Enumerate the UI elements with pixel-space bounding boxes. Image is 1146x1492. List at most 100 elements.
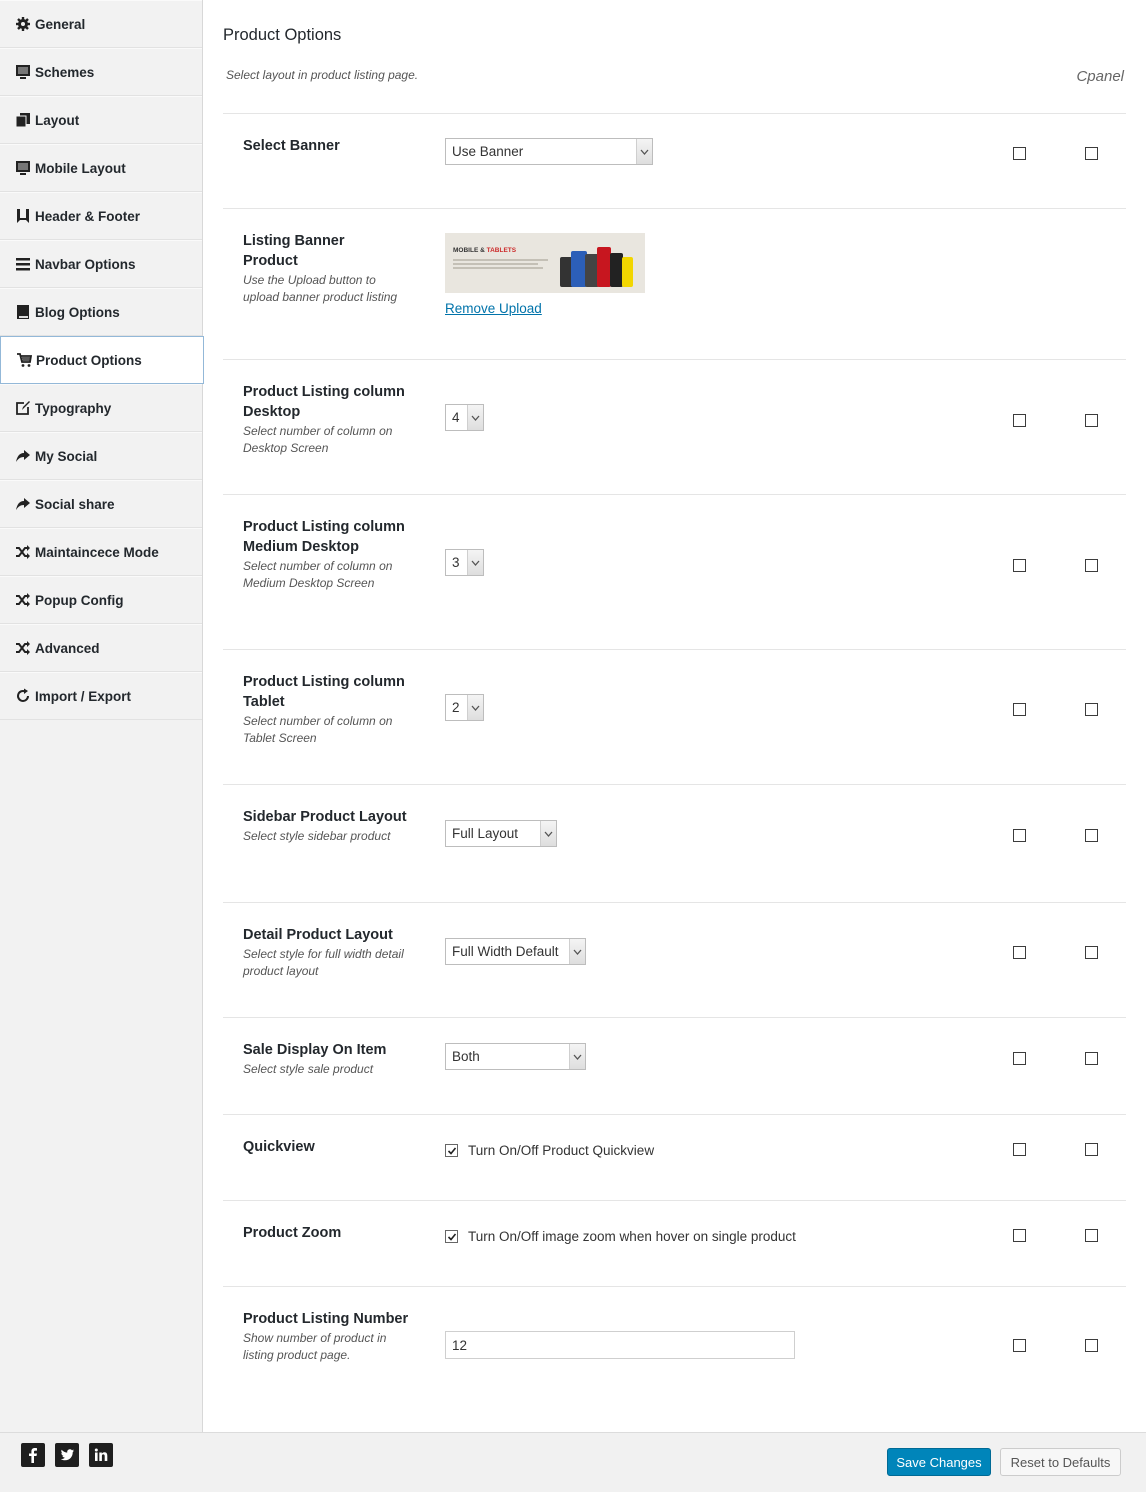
sidebar-item-schemes[interactable]: Schemes (0, 48, 202, 96)
sidebar-item-label: Popup Config (35, 592, 124, 608)
cpanel-checkbox[interactable] (1085, 414, 1098, 427)
option-title: Quickview (243, 1139, 315, 1155)
share-icon (15, 448, 31, 464)
cpanel-checkbox[interactable] (1013, 1143, 1026, 1156)
sidebar-item-label: Navbar Options (35, 256, 136, 272)
sidebar-item-product-options[interactable]: Product Options (0, 336, 204, 384)
zoom-toggle[interactable]: Turn On/Off image zoom when hover on sin… (445, 1229, 796, 1244)
cpanel-checkbox[interactable] (1085, 559, 1098, 572)
shuffle-icon (15, 592, 31, 608)
select-value: Both (452, 1049, 480, 1064)
sidebar-item-navbar-options[interactable]: Navbar Options (0, 240, 202, 288)
linkedin-icon[interactable] (89, 1443, 113, 1467)
cpanel-checkbox[interactable] (1013, 147, 1026, 160)
cpanel-checkbox[interactable] (1013, 946, 1026, 959)
cpanel-checkbox[interactable] (1085, 1052, 1098, 1065)
sidebar-item-label: Layout (35, 112, 80, 128)
option-row-quickview: Quickview Turn On/Off Product Quickview (223, 1114, 1126, 1200)
sidebar-item-typography[interactable]: Typography (0, 384, 202, 432)
save-changes-button[interactable]: Save Changes (887, 1448, 991, 1476)
option-row-listing-banner: Listing Banner Product Use the Upload bu… (223, 208, 1126, 359)
detail-layout-select[interactable]: Full Width Default (445, 938, 586, 965)
sidebar-item-maintenance-mode[interactable]: Maintaincece Mode (0, 528, 202, 576)
sidebar-item-label: Header & Footer (35, 208, 141, 224)
option-title: Listing Banner Product (243, 233, 345, 269)
quickview-toggle[interactable]: Turn On/Off Product Quickview (445, 1143, 654, 1158)
option-subtitle: Select number of column on Desktop Scree… (243, 424, 393, 455)
checkbox-checked[interactable] (445, 1144, 458, 1157)
sidebar-item-mobile-layout[interactable]: Mobile Layout (0, 144, 202, 192)
cpanel-checkbox[interactable] (1013, 829, 1026, 842)
option-title: Detail Product Layout (243, 927, 393, 943)
cpanel-checkbox[interactable] (1013, 1229, 1026, 1242)
sidebar-item-layout[interactable]: Layout (0, 96, 202, 144)
cpanel-checkbox[interactable] (1013, 414, 1026, 427)
sale-display-select[interactable]: Both (445, 1043, 586, 1070)
cpanel-checkbox[interactable] (1085, 703, 1098, 716)
cpanel-checkbox[interactable] (1085, 147, 1098, 160)
option-title: Sale Display On Item (243, 1042, 387, 1058)
edit-icon (15, 400, 31, 416)
chevron-down-icon (636, 139, 652, 164)
checkbox-label: Turn On/Off Product Quickview (468, 1143, 655, 1158)
cpanel-checkbox[interactable] (1013, 1052, 1026, 1065)
sidebar-item-header-footer[interactable]: Header & Footer (0, 192, 202, 240)
sidebar-item-advanced[interactable]: Advanced (0, 624, 202, 672)
option-row-sale-display: Sale Display On Item Select style sale p… (223, 1017, 1126, 1114)
banner-preview-image: MOBILE & TABLETS (445, 233, 645, 293)
cpanel-checkbox[interactable] (1085, 1143, 1098, 1156)
cpanel-checkbox[interactable] (1085, 1339, 1098, 1352)
cpanel-checkbox[interactable] (1013, 559, 1026, 572)
chevron-down-icon (540, 821, 556, 846)
cpanel-checkbox[interactable] (1085, 829, 1098, 842)
column-tablet-select[interactable]: 2 (445, 694, 484, 721)
sidebar-item-import-export[interactable]: Import / Export (0, 672, 202, 720)
sidebar-item-popup-config[interactable]: Popup Config (0, 576, 202, 624)
page-description: Select layout in product listing page. (226, 68, 419, 82)
option-row-column-medium: Product Listing column Medium Desktop Se… (223, 494, 1126, 649)
cpanel-checkbox[interactable] (1013, 703, 1026, 716)
select-value: 3 (452, 555, 460, 570)
banner-select[interactable]: Use Banner (445, 138, 653, 165)
option-subtitle: Show number of product in listing produc… (243, 1331, 387, 1362)
sidebar-item-label: Product Options (36, 352, 142, 368)
gear-icon (15, 16, 31, 32)
sidebar-item-label: Mobile Layout (35, 160, 126, 176)
column-medium-select[interactable]: 3 (445, 549, 484, 576)
column-desktop-select[interactable]: 4 (445, 404, 484, 431)
book-icon (15, 304, 31, 320)
sidebar-item-label: Blog Options (35, 304, 120, 320)
twitter-icon[interactable] (55, 1443, 79, 1467)
sidebar-item-label: Typography (35, 400, 112, 416)
select-value: 4 (452, 410, 460, 425)
remove-upload-link[interactable]: Remove Upload (445, 301, 645, 316)
cpanel-checkbox[interactable] (1085, 1229, 1098, 1242)
cpanel-checkbox[interactable] (1085, 946, 1098, 959)
option-row-product-zoom: Product Zoom Turn On/Off image zoom when… (223, 1200, 1126, 1286)
reset-defaults-button[interactable]: Reset to Defaults (1000, 1448, 1121, 1476)
facebook-icon[interactable] (21, 1443, 45, 1467)
copy-icon (15, 112, 31, 128)
page-title: Product Options (223, 26, 342, 44)
sidebar: General Schemes Layout Mobile Layout Hea… (0, 0, 204, 1432)
sidebar-item-label: Schemes (35, 64, 95, 80)
chevron-down-icon (467, 550, 483, 575)
select-value: 2 (452, 700, 460, 715)
option-title: Product Listing column Tablet (243, 674, 405, 710)
banner-heading: MOBILE & TABLETS (453, 247, 517, 254)
sidebar-item-social-share[interactable]: Social share (0, 480, 202, 528)
option-title: Product Listing column Medium Desktop (243, 519, 405, 555)
sidebar-item-my-social[interactable]: My Social (0, 432, 202, 480)
checkbox-checked[interactable] (445, 1230, 458, 1243)
chevron-down-icon (467, 405, 483, 430)
option-row-listing-number: Product Listing Number Show number of pr… (223, 1286, 1126, 1432)
option-title: Select Banner (243, 138, 340, 154)
sidebar-item-general[interactable]: General (0, 0, 202, 48)
chevron-down-icon (467, 695, 483, 720)
option-title: Sidebar Product Layout (243, 809, 407, 825)
listing-number-input[interactable]: 12 (445, 1331, 795, 1359)
sidebar-layout-select[interactable]: Full Layout (445, 820, 557, 847)
cpanel-checkbox[interactable] (1013, 1339, 1026, 1352)
option-row-select-banner: Select Banner Use Banner (223, 113, 1126, 208)
sidebar-item-blog-options[interactable]: Blog Options (0, 288, 202, 336)
